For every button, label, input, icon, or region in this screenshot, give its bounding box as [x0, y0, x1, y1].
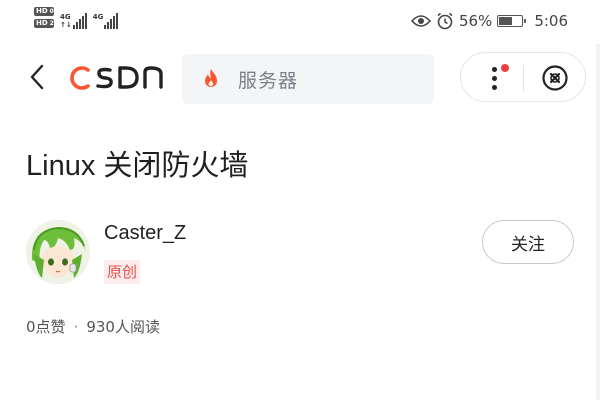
- status-left: HD 0 HD 2 4G ↑↓ 4G: [34, 7, 119, 29]
- stats-separator: ·: [73, 317, 79, 336]
- clock: 5:06: [534, 12, 568, 30]
- signal-sim2: 4G: [93, 7, 119, 29]
- screen: HD 0 HD 2 4G ↑↓ 4G 56% 5:06 服务器 Linux 关闭…: [0, 0, 600, 400]
- close-button[interactable]: [524, 53, 586, 103]
- status-bar: HD 0 HD 2 4G ↑↓ 4G 56% 5:06: [0, 0, 600, 44]
- article-stats: 0点赞 · 930人阅读: [26, 316, 160, 337]
- follow-button[interactable]: 关注: [482, 220, 574, 264]
- scrollbar-track[interactable]: [596, 44, 600, 400]
- alarm-icon: [437, 12, 453, 30]
- signal-bars-icon: [104, 13, 119, 29]
- notification-dot: [501, 64, 509, 72]
- search-placeholder: 服务器: [238, 69, 299, 92]
- battery-percent: 56%: [458, 12, 493, 30]
- more-button[interactable]: [461, 53, 523, 103]
- battery-fill: [499, 17, 512, 25]
- eye-icon: [410, 15, 431, 27]
- view-count: 930人阅读: [86, 318, 160, 336]
- original-badge: 原创: [104, 260, 141, 284]
- author-row: Caster_Z 原创 关注: [26, 220, 586, 290]
- hd-badge-2: HD 2: [34, 19, 54, 28]
- signal-bars-icon: [72, 13, 87, 29]
- battery-icon: [497, 15, 527, 27]
- search-input[interactable]: 服务器: [182, 54, 434, 104]
- signal-sim1: 4G ↑↓: [60, 7, 87, 29]
- hd-badge-1: HD 0: [34, 7, 54, 16]
- network-type-2: 4G: [92, 13, 104, 21]
- fire-icon: [205, 69, 217, 87]
- article-title: Linux 关闭防火墙: [26, 150, 249, 182]
- author-name[interactable]: Caster_Z: [104, 222, 186, 245]
- back-button[interactable]: [26, 62, 50, 92]
- close-circle-icon: [542, 65, 568, 91]
- top-bar: 服务器: [0, 48, 600, 108]
- author-avatar[interactable]: [26, 220, 90, 284]
- network-type-1: 4G: [60, 13, 71, 21]
- csdn-logo-mark: [70, 66, 163, 90]
- like-count: 0点赞: [26, 318, 66, 336]
- chevron-left-icon: [30, 64, 44, 90]
- hd-indicators: HD 0 HD 2: [34, 7, 54, 28]
- status-right: 56% 5:06: [410, 12, 568, 30]
- csdn-logo[interactable]: [68, 58, 168, 98]
- mini-program-capsule: [460, 52, 586, 102]
- avatar-image: [26, 220, 90, 284]
